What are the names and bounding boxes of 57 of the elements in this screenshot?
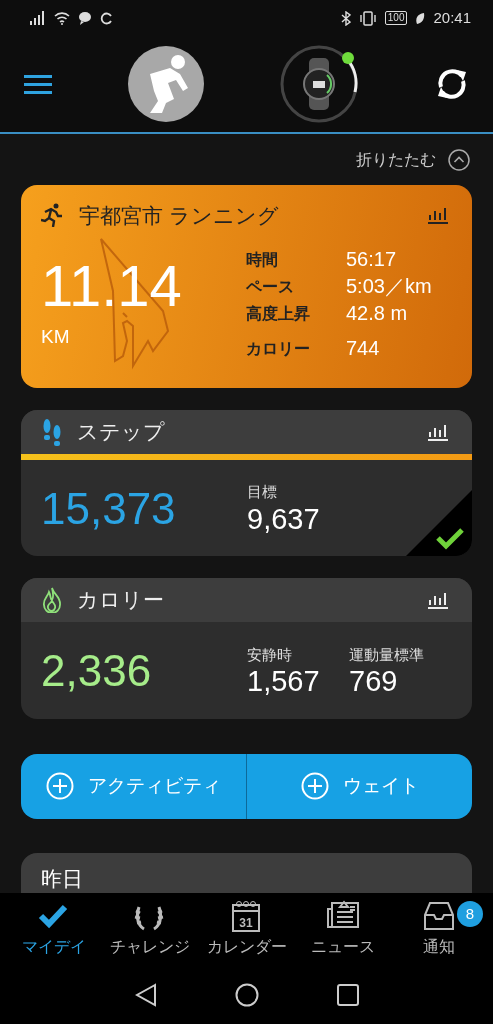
card-title: カロリー <box>77 587 164 614</box>
stat-value: 1,567 <box>247 666 321 699</box>
signal-icon <box>30 11 46 25</box>
nav-tab[interactable]: ニュース <box>294 893 391 965</box>
home-icon[interactable] <box>234 982 259 1007</box>
card-title: ステップ <box>77 418 165 445</box>
stat-value: 5:03／km <box>346 274 432 300</box>
battery-level: 100 <box>384 11 408 25</box>
watch-icon[interactable] <box>279 44 360 124</box>
avatar-icon[interactable] <box>127 46 204 122</box>
collapse-label[interactable]: 折りたたむ <box>356 147 436 172</box>
nav-tab[interactable]: チャレンジ <box>102 893 199 965</box>
back-icon[interactable] <box>134 982 157 1007</box>
steps-card[interactable]: ステップ 15,373 目標 9,637 <box>21 409 472 557</box>
stat-label: 時間 <box>246 250 279 270</box>
stat-value: 42.8 m <box>346 301 409 327</box>
menu-icon[interactable] <box>24 74 52 94</box>
stat-value: 744 <box>346 336 381 362</box>
plus-circle-icon <box>300 772 329 801</box>
goal-value: 9,637 <box>247 503 320 536</box>
stat-value: 769 <box>349 666 399 699</box>
activity-card[interactable]: 宇都宮市 ランニング 11.14 KM 時間 56:17 ペース 5:03／km 高度上昇 42.8 m カロリー 744 <box>21 185 472 388</box>
stat-label: ペース <box>246 277 295 297</box>
chart-icon[interactable] <box>428 206 448 225</box>
notification-count-badge: 8 <box>457 901 483 927</box>
sync-icon <box>100 11 113 25</box>
goal-label: 目標 <box>247 482 278 503</box>
stat-label: 高度上昇 <box>246 304 311 324</box>
wifi-icon <box>54 11 70 25</box>
stat-label: カロリー <box>246 339 311 359</box>
distance-unit: KM <box>41 325 71 350</box>
leaf-icon <box>415 11 426 25</box>
vibrate-icon <box>358 10 377 26</box>
recents-icon[interactable] <box>336 983 359 1006</box>
bluetooth-icon <box>340 10 351 26</box>
stat-label: 運動量標準 <box>349 644 425 665</box>
flame-icon <box>41 587 63 614</box>
nav-tab[interactable]: 31 カレンダー <box>198 893 295 965</box>
stat-label: 安静時 <box>247 644 293 665</box>
runner-icon <box>41 203 63 228</box>
yesterday-card[interactable]: 昨日 <box>21 853 472 893</box>
footprints-icon <box>41 417 63 446</box>
plus-circle-icon <box>46 772 74 801</box>
activity-title: 宇都宮市 ランニング <box>79 202 279 229</box>
chat-icon <box>78 11 92 25</box>
steps-value: 15,373 <box>41 486 177 531</box>
stat-value: 56:17 <box>346 247 398 273</box>
distance-value: 11.14 <box>41 257 183 316</box>
nav-tab[interactable]: マイデイ <box>6 893 103 965</box>
card-title: 昨日 <box>41 867 83 890</box>
chart-icon[interactable] <box>428 422 448 441</box>
status-time: 20:41 <box>433 7 471 28</box>
calories-card[interactable]: カロリー 2,336 安静時 1,567 運動量標準 769 <box>21 578 472 719</box>
chart-icon[interactable] <box>428 591 448 610</box>
collapse-icon[interactable] <box>448 148 470 171</box>
calories-value: 2,336 <box>41 649 153 694</box>
nav-tab[interactable]: 通知 8 <box>390 893 487 965</box>
